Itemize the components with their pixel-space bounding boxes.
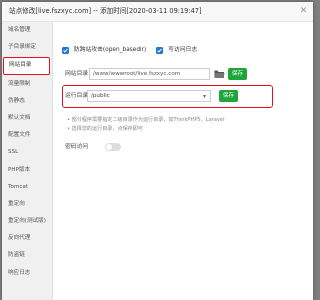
write-log-checkbox[interactable] xyxy=(156,46,164,54)
sidebar-item-default-doc[interactable]: 默认文档 xyxy=(2,110,52,127)
site-dir-label: 网站目录 xyxy=(65,71,89,77)
sidebar-item-redirect-beta[interactable]: 重定向(测试版) xyxy=(2,213,52,230)
sidebar-item-php-version[interactable]: PHP版本 xyxy=(2,162,52,179)
run-dir-save-button[interactable]: 保存 xyxy=(219,90,238,102)
site-dir-save-button[interactable]: 保存 xyxy=(228,68,247,80)
site-dir-input[interactable]: /www/wwwroot/live.fszxyc.com xyxy=(89,68,210,80)
dialog-title: 站点修改[live.fszxyc.com] -- 添加时间[2020-03-11… xyxy=(9,7,202,15)
sidebar-item-traffic-limit[interactable]: 流量限制 xyxy=(2,76,52,93)
site-dir-row: 网站目录 /www/wwwroot/live.fszxyc.com 保存 xyxy=(62,68,262,80)
content-panel: 防跨站攻击(open_basedir) 写访问日志 网站目录 /www/wwwr… xyxy=(62,22,313,300)
sidebar-item-hotlink-protection[interactable]: 防盗链 xyxy=(2,247,52,264)
sidebar-item-config-file[interactable]: 配置文件 xyxy=(2,127,52,144)
sidebar-item-tomcat[interactable]: Tomcat xyxy=(2,179,52,196)
run-dir-highlight: 运行目录 /public ▾ 保存 xyxy=(62,85,273,108)
tip-item: • 部分程序需要指定二级目录作为运行目录，如ThinkPHP5，Laravel xyxy=(67,117,225,123)
sidebar-item-site-dir[interactable]: 网站目录 xyxy=(3,57,50,75)
sidebar-item-domain[interactable]: 域名管理 xyxy=(2,22,52,39)
close-icon[interactable]: ✕ xyxy=(298,6,309,17)
sidebar-item-ssl[interactable]: SSL xyxy=(2,144,52,161)
site-edit-dialog: 站点修改[live.fszxyc.com] -- 添加时间[2020-03-11… xyxy=(2,2,313,300)
password-access-toggle[interactable] xyxy=(105,143,121,151)
tip-item: • 选择您的运行目录，点保存即可 xyxy=(67,126,143,132)
run-dir-select[interactable]: /public ▾ xyxy=(87,90,211,102)
sidebar-item-subdir-bind[interactable]: 子目录绑定 xyxy=(2,39,52,56)
run-dir-select-value: /public xyxy=(91,93,110,99)
options-row: 防跨站攻击(open_basedir) 写访问日志 xyxy=(62,45,205,55)
password-access-label: 密码访问 xyxy=(65,144,89,150)
sidebar-item-redirect[interactable]: 重定向 xyxy=(2,196,52,213)
run-dir-label: 运行目录 xyxy=(65,93,89,99)
sidebar-item-response-log[interactable]: 响应日志 xyxy=(2,265,52,282)
dialog-titlebar[interactable]: 站点修改[live.fszxyc.com] -- 添加时间[2020-03-11… xyxy=(2,2,313,22)
sidebar-item-reverse-proxy[interactable]: 反向代理 xyxy=(2,230,52,247)
password-access-row: 密码访问 xyxy=(65,142,121,152)
write-log-label: 写访问日志 xyxy=(168,47,198,53)
folder-icon[interactable] xyxy=(214,69,225,79)
anti-xss-label: 防跨站攻击(open_basedir) xyxy=(73,47,147,53)
toggle-knob xyxy=(106,144,112,150)
chevron-down-icon: ▾ xyxy=(202,93,206,100)
anti-xss-checkbox[interactable] xyxy=(62,46,69,54)
sidebar: 域名管理 子目录绑定 网站目录 流量限制 伪静态 默认文档 配置文件 SSL P… xyxy=(2,22,53,300)
sidebar-item-rewrite[interactable]: 伪静态 xyxy=(2,93,52,110)
tips-list: • 部分程序需要指定二级目录作为运行目录，如ThinkPHP5，Laravel … xyxy=(67,116,224,134)
